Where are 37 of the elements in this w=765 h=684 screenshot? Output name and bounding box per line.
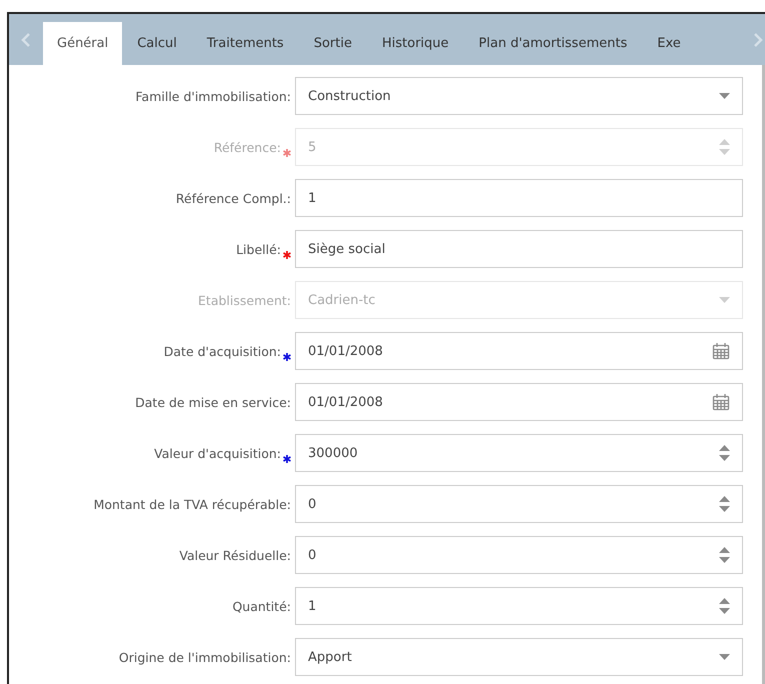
field-label: Origine de l'immobilisation: bbox=[118, 650, 291, 664]
dropdown-field[interactable]: Construction bbox=[295, 77, 743, 115]
tab[interactable]: Général bbox=[43, 22, 122, 65]
field-label: Libellé: bbox=[236, 242, 281, 256]
field-label: Valeur Résiduelle: bbox=[179, 548, 291, 562]
tab[interactable]: Historique bbox=[366, 22, 464, 65]
tab[interactable]: Plan d'amortissements bbox=[464, 22, 642, 65]
number-field[interactable]: 0 bbox=[295, 536, 743, 574]
field-label: Référence Compl.: bbox=[176, 190, 291, 206]
number-field[interactable]: 0 bbox=[295, 485, 743, 523]
spinner-icon[interactable] bbox=[719, 598, 730, 614]
dropdown-field[interactable]: Apport bbox=[295, 638, 743, 676]
date-field[interactable]: 01/01/2008 bbox=[295, 383, 743, 421]
field-label: Famille d'immobilisation: bbox=[136, 88, 291, 104]
number-field[interactable]: 1 bbox=[295, 587, 743, 625]
field-label: Valeur d'acquisition: bbox=[154, 446, 281, 460]
spinner-icon[interactable] bbox=[719, 496, 730, 512]
dropdown-arrow-icon[interactable] bbox=[719, 93, 730, 99]
tab[interactable]: Exe bbox=[642, 22, 696, 65]
field-label: Montant de la TVA récupérable: bbox=[94, 496, 291, 512]
spinner-icon[interactable] bbox=[719, 547, 730, 563]
number-field[interactable]: 300000 bbox=[295, 434, 743, 472]
tab[interactable]: Calcul bbox=[122, 22, 192, 65]
field-label: Date d'acquisition: bbox=[164, 344, 281, 358]
spinner-icon[interactable] bbox=[719, 445, 730, 461]
tab[interactable]: Sortie bbox=[298, 22, 367, 65]
input-field[interactable]: 1 bbox=[295, 179, 743, 217]
input-field[interactable]: Siège social bbox=[295, 230, 743, 268]
calendar-icon[interactable] bbox=[712, 342, 730, 360]
dropdown-arrow-icon[interactable] bbox=[719, 654, 730, 660]
tab[interactable]: Traitements bbox=[192, 22, 299, 65]
field-label: Etablissement: bbox=[198, 292, 291, 308]
field-label: Date de mise en service: bbox=[135, 394, 291, 410]
calendar-icon[interactable] bbox=[712, 393, 730, 411]
date-field[interactable]: 01/01/2008 bbox=[295, 332, 743, 370]
field-label: Référence: bbox=[214, 140, 281, 154]
field-label: Quantité: bbox=[232, 598, 291, 614]
